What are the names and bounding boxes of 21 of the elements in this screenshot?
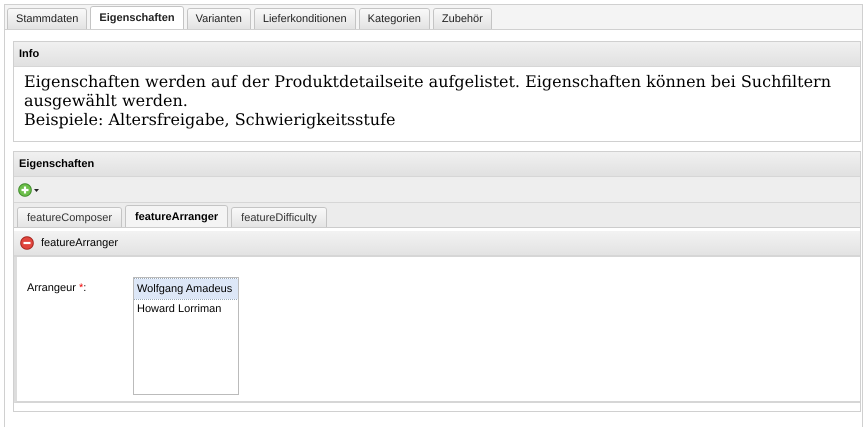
add-dropdown-button[interactable] [18,182,40,196]
tab[interactable]: Kategorien [358,8,430,29]
tab[interactable]: Varianten [186,8,251,29]
remove-icon[interactable] [20,236,34,250]
info-text: Beispiele: Altersfreigabe, Schwierigkeitsstufe [24,110,396,129]
tab[interactable]: Stammdaten [7,8,88,29]
info-text: Eigenschaften werden auf der Produktdetailseite aufgelistet. Eigenschaften können bei Suchfiltern ausgewählt werden. [24,72,832,110]
field-label: Arrangeur *: [27,281,88,296]
list-box[interactable]: Wolfgang Amadeus Howard Lorriman [133,277,239,395]
tab[interactable]: featureDifficulty [231,207,327,227]
tab[interactable]: Lieferkonditionen [254,8,356,29]
add-icon [18,182,40,196]
tab[interactable]: featureComposer [17,207,122,227]
tab[interactable]: Zubehör [432,8,492,29]
list-option[interactable]: Wolfgang Amadeus [134,279,238,299]
tab[interactable]: featureArranger [125,205,228,227]
tab[interactable]: Eigenschaften [90,6,184,29]
panel-title: Info [19,48,40,60]
panel-title: Eigenschaften [19,158,94,170]
list-option[interactable]: Howard Lorriman [134,299,238,319]
feature-title: featureArranger [41,237,118,249]
